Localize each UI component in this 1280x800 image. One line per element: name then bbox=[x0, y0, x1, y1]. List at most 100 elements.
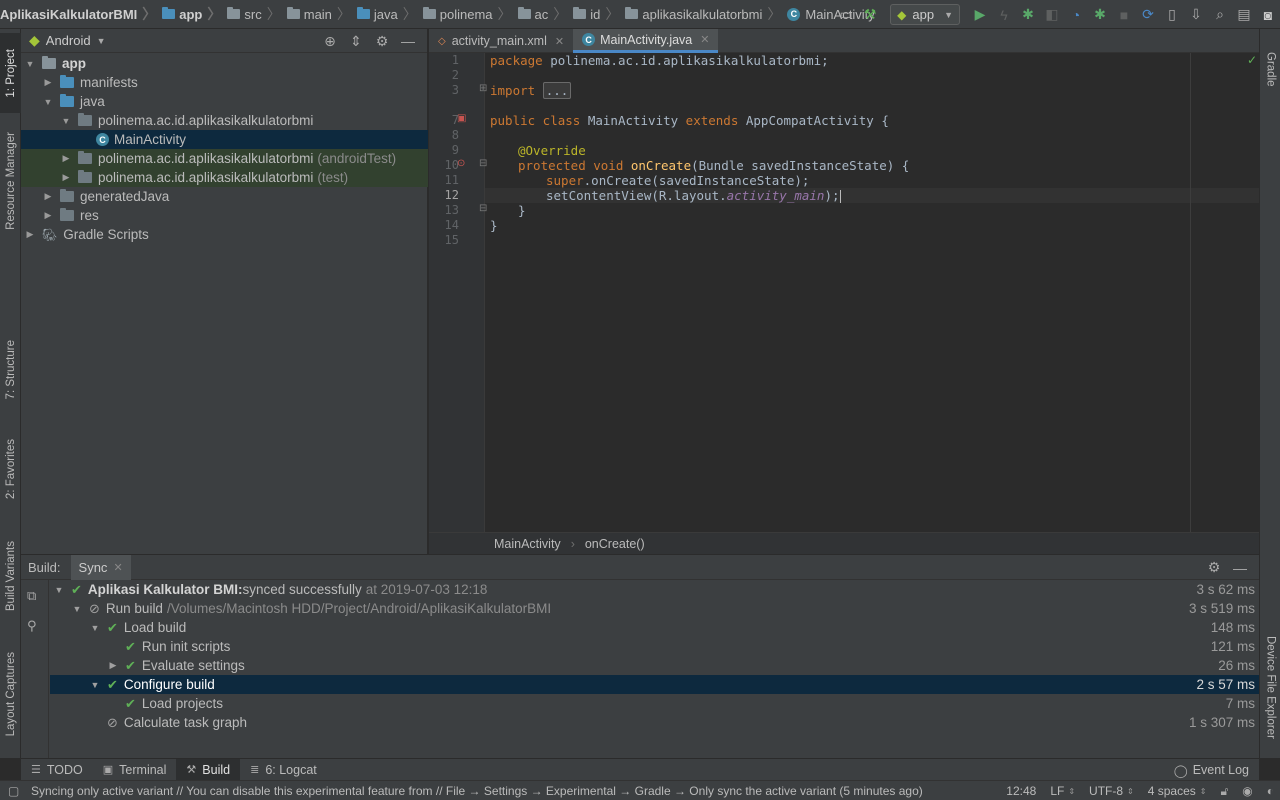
breadcrumb-item[interactable]: polinema 〉 bbox=[422, 0, 518, 29]
layout-inspector-icon[interactable]: ▤ bbox=[1234, 5, 1254, 25]
close-icon[interactable]: ✕ bbox=[555, 35, 564, 48]
run-configuration-select[interactable]: ◆ app ▼ bbox=[890, 4, 960, 25]
chevron-right-icon[interactable]: ▶ bbox=[42, 191, 54, 202]
breadcrumb-item[interactable]: AplikasiKalkulatorBMI 〉 bbox=[0, 0, 162, 29]
fold-icon[interactable]: ⊞ bbox=[479, 83, 487, 94]
build-variants-tool-tab[interactable]: Build Variants bbox=[0, 529, 21, 623]
profile-icon[interactable]: ◔ bbox=[1066, 5, 1086, 25]
minimize-icon[interactable]: — bbox=[395, 33, 421, 49]
gear-icon[interactable]: ⚙ bbox=[1201, 559, 1227, 576]
event-log-tab[interactable]: ◯ Event Log bbox=[1174, 759, 1249, 781]
code-line[interactable]: @Override bbox=[518, 143, 586, 158]
encoding-select[interactable]: UTF-8 ⇕ bbox=[1089, 784, 1134, 798]
chevron-down-icon[interactable]: ▼ bbox=[97, 36, 106, 46]
build-tree-row[interactable]: ✔ Load projects 7 ms bbox=[50, 694, 1259, 713]
chevron-down-icon[interactable]: ▼ bbox=[60, 116, 72, 126]
favorites-tool-tab[interactable]: 2: Favorites bbox=[0, 427, 21, 511]
close-icon[interactable]: ✕ bbox=[700, 33, 709, 46]
tree-item[interactable]: ▶ polinema.ac.id.aplikasikalkulatorbmi (te… bbox=[21, 168, 428, 187]
layout-captures-tool-tab[interactable]: Layout Captures bbox=[0, 641, 21, 747]
breadcrumb-item[interactable]: aplikasikalkulatorbmi 〉 bbox=[625, 0, 787, 29]
project-view-selector[interactable]: Android bbox=[46, 33, 91, 48]
code-line[interactable]: } bbox=[490, 218, 498, 233]
avd-manager-icon[interactable]: ▯ bbox=[1162, 5, 1182, 25]
device-manager-icon[interactable]: ▭ bbox=[836, 5, 856, 25]
tool-tab-logcat[interactable]: ≣ 6: Logcat bbox=[240, 759, 327, 781]
chevron-down-icon[interactable]: ▼ bbox=[24, 59, 36, 69]
breadcrumb-item[interactable]: main 〉 bbox=[286, 0, 357, 29]
attach-debugger-icon[interactable]: ◧ bbox=[1042, 5, 1062, 25]
close-icon[interactable]: ✕ bbox=[113, 561, 122, 574]
breadcrumb-item[interactable]: id 〉 bbox=[573, 0, 625, 29]
build-tree-row[interactable]: ▶ ✔ Evaluate settings 26 ms bbox=[50, 656, 1259, 675]
chevron-right-icon[interactable]: ▶ bbox=[42, 210, 54, 221]
debug-icon[interactable]: ✱ bbox=[1018, 5, 1038, 25]
locate-file-icon[interactable]: ⊕ bbox=[317, 33, 343, 50]
tree-item[interactable]: ▶ generatedJava bbox=[21, 187, 428, 206]
sync-tab[interactable]: Sync ✕ bbox=[70, 554, 131, 580]
breadcrumb-item[interactable]: ac 〉 bbox=[517, 0, 574, 29]
chevron-down-icon[interactable]: ▼ bbox=[89, 623, 101, 633]
tree-item[interactable]: ▼ java bbox=[21, 92, 428, 111]
line-separator-select[interactable]: LF ⇕ bbox=[1050, 784, 1075, 798]
chevron-down-icon[interactable]: ▼ bbox=[42, 97, 54, 107]
tree-item[interactable]: ▼ polinema.ac.id.aplikasikalkulatorbmi bbox=[21, 111, 428, 130]
breadcrumb-item[interactable]: app 〉 bbox=[162, 0, 227, 29]
build-tree-row[interactable]: ✔ Run init scripts 121 ms bbox=[50, 637, 1259, 656]
code-line[interactable]: protected void onCreate(Bundle savedInst… bbox=[518, 158, 909, 173]
inspector-icon[interactable]: ◉ bbox=[1242, 784, 1252, 798]
chevron-down-icon[interactable]: ▼ bbox=[71, 604, 83, 614]
caret-position[interactable]: 12:48 bbox=[1006, 784, 1036, 798]
device-file-explorer-tool-tab[interactable]: Device File Explorer bbox=[1260, 623, 1280, 751]
tree-item[interactable]: ▶ 🐘︎ Gradle Scripts bbox=[21, 225, 428, 244]
apply-changes-icon[interactable]: ϟ bbox=[994, 5, 1014, 25]
status-message[interactable]: Syncing only active variant // You can d… bbox=[31, 784, 923, 798]
collapse-all-icon[interactable]: ⇕ bbox=[343, 33, 369, 50]
code-line[interactable]: import ... bbox=[490, 82, 572, 99]
fold-icon[interactable]: ⊟ bbox=[479, 203, 487, 214]
code-editor[interactable]: 1 2 3 7 8 9 10 11 12 13 14 15 ⊞ ▣ ⊙ ⊟ ⊟ package polinema… bbox=[429, 53, 1259, 532]
code-line[interactable]: public class MainActivity extends AppCom… bbox=[490, 113, 889, 128]
build-tree-row[interactable]: ▼ ✔ Aplikasi Kalkulator BMI: synced succes… bbox=[50, 580, 1259, 599]
code-line[interactable]: } bbox=[518, 203, 526, 218]
sdk-manager-icon[interactable]: ⇩ bbox=[1186, 5, 1206, 25]
override-method-icon[interactable]: ⊙ bbox=[457, 158, 465, 169]
tree-item[interactable]: ▼ app bbox=[21, 54, 428, 73]
build-tree-row[interactable]: ⊘ Calculate task graph 1 s 307 ms bbox=[50, 713, 1259, 732]
project-tool-tab[interactable]: 1: Project bbox=[0, 33, 21, 113]
editor-breadcrumb-class[interactable]: MainActivity bbox=[494, 537, 561, 551]
attach-process-icon[interactable]: ✱ bbox=[1090, 5, 1110, 25]
inspection-ok-icon[interactable]: ✓ bbox=[1247, 53, 1257, 67]
pin-icon[interactable]: ⚲ bbox=[27, 618, 37, 634]
chevron-right-icon[interactable]: ▶ bbox=[107, 660, 119, 671]
tree-item[interactable]: ▶ polinema.ac.id.aplikasikalkulatorbmi (an… bbox=[21, 149, 428, 168]
code-line[interactable]: setContentView(R.layout.activity_main); bbox=[546, 188, 841, 203]
tree-item[interactable]: C MainActivity bbox=[21, 130, 428, 149]
editor-tab[interactable]: C MainActivity.java ✕ bbox=[573, 29, 719, 53]
tool-tab-todo[interactable]: ☰ TODO bbox=[21, 759, 93, 781]
tree-item[interactable]: ▶ res bbox=[21, 206, 428, 225]
chevron-right-icon[interactable]: ▶ bbox=[42, 77, 54, 88]
breadcrumb-item[interactable]: java 〉 bbox=[356, 0, 423, 29]
tool-tab-build[interactable]: ⚒ Build bbox=[176, 758, 241, 781]
chevron-down-icon[interactable]: ▼ bbox=[89, 680, 101, 690]
search-icon[interactable]: ⌕ bbox=[1210, 5, 1230, 25]
restart-sync-icon[interactable]: ⧉ bbox=[27, 588, 36, 604]
chevron-right-icon[interactable]: ▶ bbox=[60, 153, 72, 164]
tree-item[interactable]: ▶ manifests bbox=[21, 73, 428, 92]
fold-icon[interactable]: ⊟ bbox=[479, 158, 487, 169]
gradle-tool-tab[interactable]: Gradle bbox=[1260, 39, 1280, 99]
make-project-hammer-icon[interactable]: ⚒ bbox=[860, 5, 880, 25]
code-line[interactable]: package polinema.ac.id.aplikasikalkulato… bbox=[490, 53, 829, 68]
toggle-tool-windows-icon[interactable]: ▢ bbox=[8, 784, 19, 798]
lock-icon[interactable]: 🔓︎ bbox=[1220, 784, 1228, 799]
build-tree-row[interactable]: ▼ ✔ Load build 148 ms bbox=[50, 618, 1259, 637]
memory-indicator-icon[interactable]: ◐ bbox=[1267, 784, 1274, 798]
tool-tab-terminal[interactable]: ▣ Terminal bbox=[93, 759, 177, 781]
build-tree-row[interactable]: ▼ ✔ Configure build 2 s 57 ms bbox=[50, 675, 1259, 694]
stop-icon[interactable]: ■ bbox=[1114, 5, 1134, 25]
indent-select[interactable]: 4 spaces ⇕ bbox=[1148, 784, 1207, 798]
breadcrumb-item[interactable]: src 〉 bbox=[227, 0, 286, 29]
build-tree-row[interactable]: ▼ ⊘ Run build/Volumes/Macintosh HDD/Projec… bbox=[50, 599, 1259, 618]
chevron-down-icon[interactable]: ▼ bbox=[53, 585, 65, 595]
